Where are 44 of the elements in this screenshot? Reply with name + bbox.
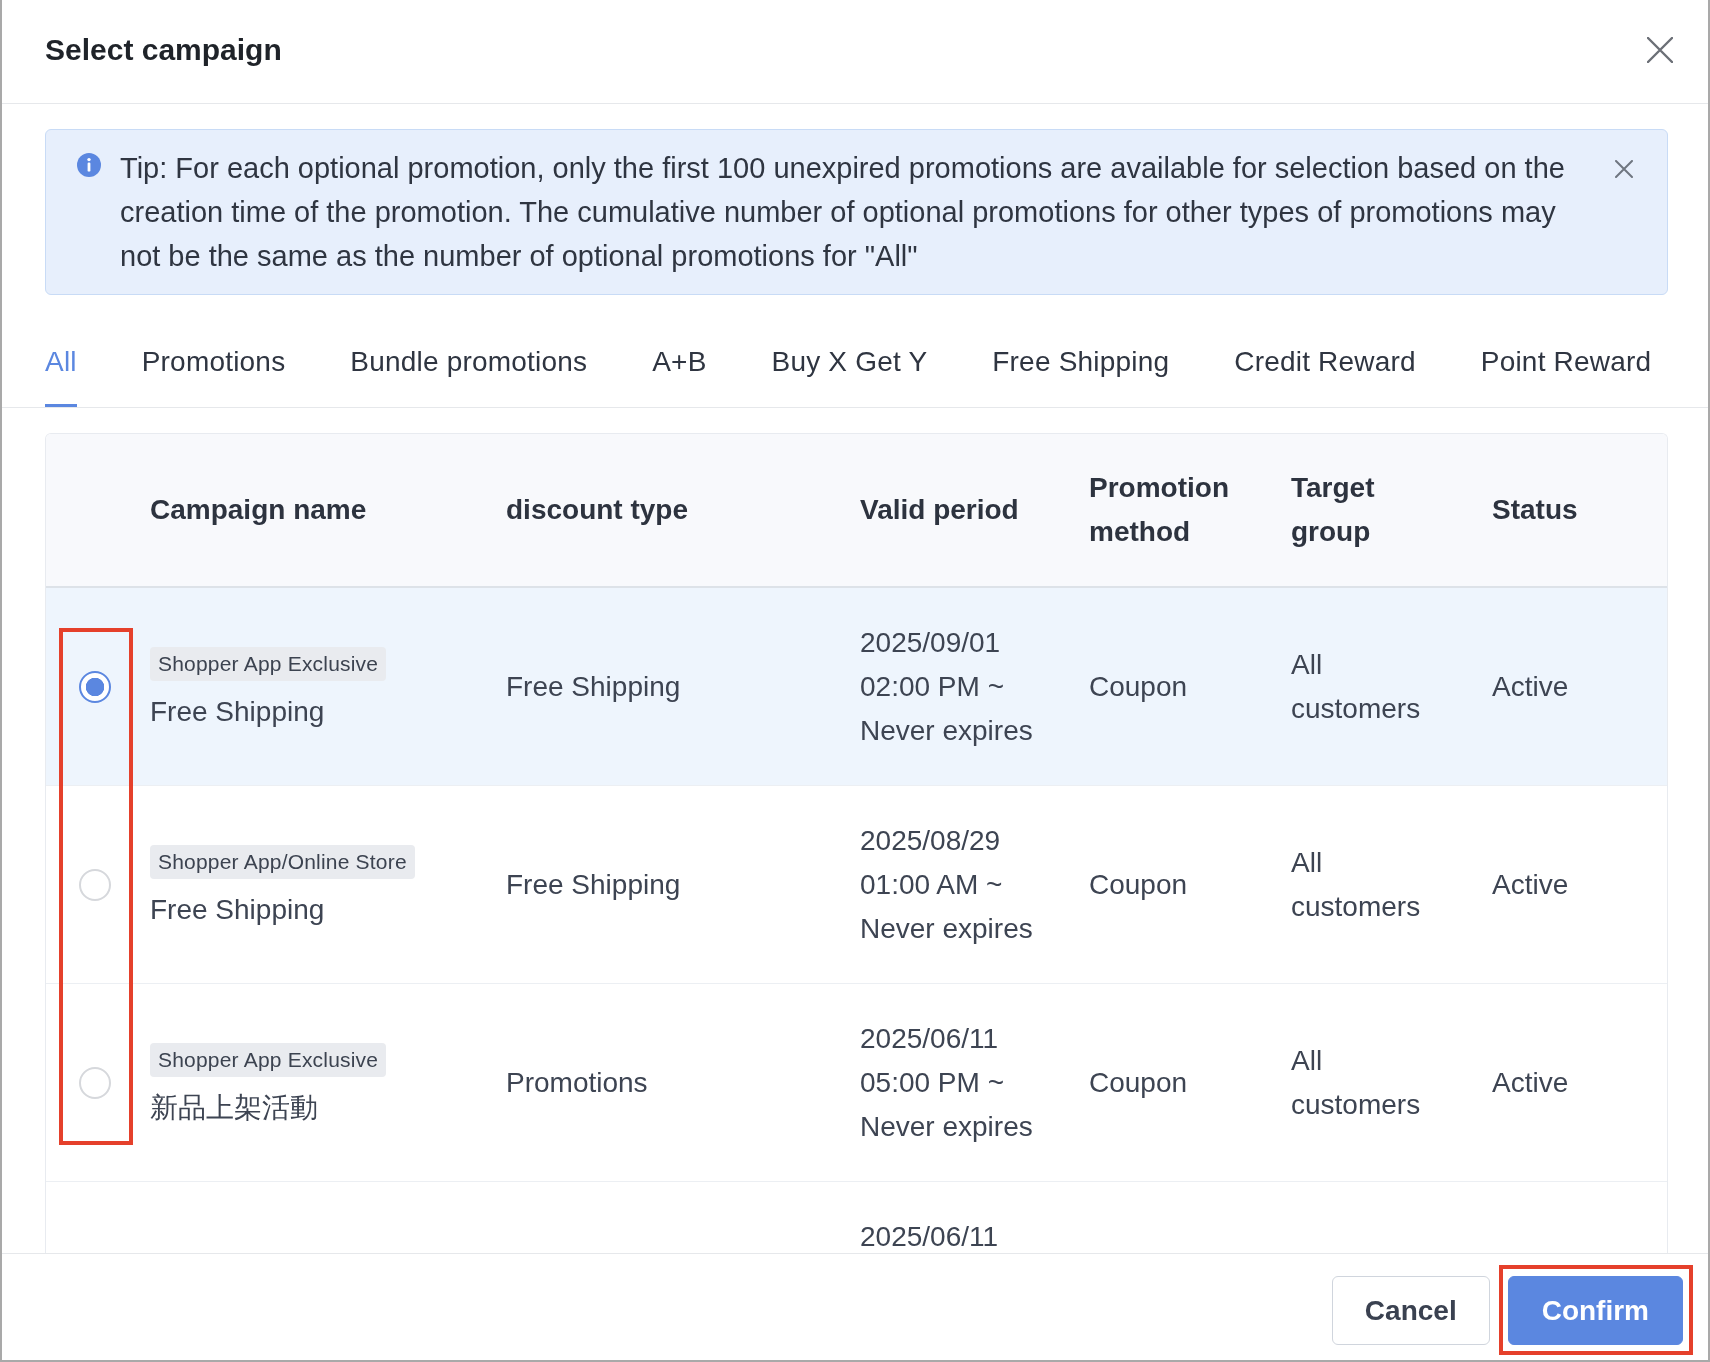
table-cell: Coupon <box>1089 670 1188 702</box>
radio-button[interactable] <box>79 670 111 703</box>
channel-tag: Shopper App Exclusive <box>150 1043 387 1077</box>
table-cell: 2025/06/11 05:00 PM ~ Never expires <box>860 1022 1033 1142</box>
table-cell: All customers <box>1291 1044 1421 1120</box>
tab[interactable]: A+B <box>652 319 707 407</box>
column-header: Promotion method <box>1089 472 1229 547</box>
campaign-name: 新品上架活動 <box>150 1091 318 1125</box>
table-cell: Coupon <box>1089 868 1188 900</box>
column-header: Campaign name <box>150 494 367 525</box>
tab[interactable]: All <box>45 319 77 407</box>
cancel-button[interactable]: Cancel <box>1331 1276 1490 1345</box>
tab[interactable]: Promotions <box>141 319 286 407</box>
column-header: discount type <box>506 494 688 525</box>
campaign-name: Free Shipping <box>150 893 325 927</box>
info-icon <box>77 153 101 177</box>
table-cell: Active <box>1492 868 1569 900</box>
campaign-name: Free Shipping <box>150 695 325 729</box>
column-header: Valid period <box>860 494 1019 525</box>
table-cell: 2025/06/11 <box>860 1221 999 1252</box>
channel-tag: Shopper App Exclusive <box>150 647 387 681</box>
channel-tag: Shopper App/Online Store <box>150 845 415 879</box>
table-cell: Promotions <box>506 1066 648 1098</box>
tab[interactable]: Credit Reward <box>1234 319 1416 407</box>
column-header: Status <box>1492 494 1578 525</box>
tab[interactable]: Point Reward <box>1480 319 1652 407</box>
table-cell: Active <box>1492 1066 1569 1098</box>
table-cell: 2025/08/29 01:00 AM ~ Never expires <box>860 824 1033 944</box>
tab[interactable]: Bundle promotions <box>350 319 588 407</box>
tip-text: Tip: For each optional promotion, only the first 100 unexpired promotions are available for selection based on the creation time of the promotion. The cumulative number of optional promotions for other types of promotions may not be the same as the number of optional promotions for "All" <box>120 151 1566 274</box>
table-cell: Active <box>1492 670 1569 702</box>
column-header: Target group <box>1291 472 1375 547</box>
close-icon[interactable] <box>1647 36 1673 63</box>
tab[interactable]: Buy X Get Y <box>771 319 928 407</box>
table-cell: 2025/09/01 02:00 PM ~ Never expires <box>860 626 1033 746</box>
confirm-button[interactable]: Confirm <box>1507 1276 1683 1345</box>
dialog-title: Select campaign <box>45 32 282 67</box>
tab[interactable]: Free Shipping <box>992 319 1170 407</box>
table-cell: Free Shipping <box>506 670 681 702</box>
close-icon[interactable] <box>1615 160 1633 178</box>
table-cell: Coupon <box>1089 1066 1188 1098</box>
table-cell: All customers <box>1291 846 1421 922</box>
table-cell: All customers <box>1291 648 1421 724</box>
table-cell: Free Shipping <box>506 868 681 900</box>
